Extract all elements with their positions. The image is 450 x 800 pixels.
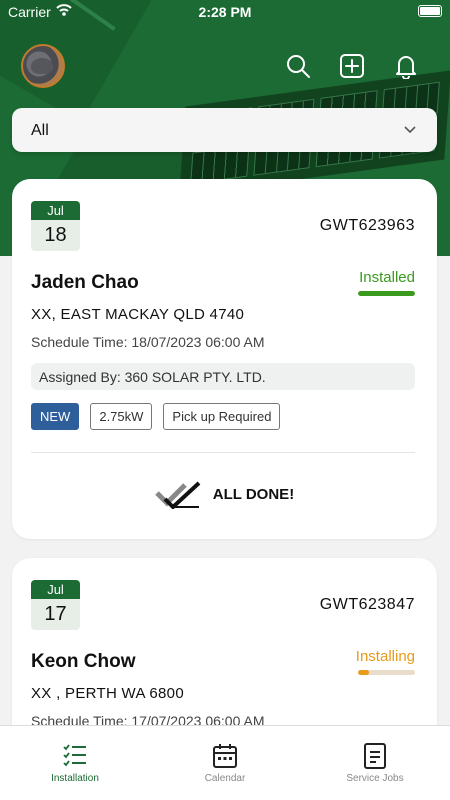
schedule-time: Schedule Time: 18/07/2023 06:00 AM	[31, 334, 265, 350]
job-tags: NEW 2.75kW Pick up Required	[31, 403, 281, 430]
status-bar: Carrier 2:28 PM	[0, 0, 450, 24]
battery-icon	[418, 5, 442, 17]
double-check-icon	[155, 481, 201, 509]
all-done-row: ALL DONE!	[12, 479, 437, 509]
status-label: Installing	[355, 648, 415, 665]
tag-pickup: Pick up Required	[163, 403, 281, 430]
all-done-label: ALL DONE!	[212, 485, 295, 503]
bottom-tab-bar: Installation Calendar Service Jobs	[0, 725, 450, 800]
divider	[31, 452, 415, 453]
status-progress-bar	[358, 670, 415, 675]
tab-label: Installation	[51, 773, 99, 784]
document-icon	[364, 743, 386, 769]
date-month: Jul	[31, 201, 80, 220]
tag-capacity: 2.75kW	[90, 403, 153, 430]
job-address: XX, EAST MACKAY QLD 4740	[31, 306, 245, 323]
clock: 2:28 PM	[198, 4, 252, 20]
status-progress-fill	[358, 670, 370, 675]
add-icon[interactable]	[339, 53, 365, 79]
date-day: 17	[44, 603, 67, 625]
tab-label: Service Jobs	[346, 773, 404, 784]
job-card[interactable]: Jul 18 GWT623963 Jaden Chao Installed XX…	[12, 179, 437, 539]
date-day: 18	[44, 224, 67, 246]
customer-name: Keon Chow	[31, 651, 136, 672]
status-label: Installed	[359, 269, 415, 286]
job-id: GWT623847	[319, 596, 415, 613]
tag-new: NEW	[31, 403, 80, 430]
avatar[interactable]	[21, 44, 65, 88]
job-address: XX , PERTH WA 6800	[31, 685, 184, 702]
calendar-icon	[213, 744, 237, 768]
status-progress-fill	[358, 291, 415, 296]
checklist-icon	[63, 744, 86, 767]
tab-service-jobs[interactable]: Service Jobs	[300, 726, 450, 800]
status-filter-dropdown[interactable]: All	[12, 108, 437, 152]
date-badge: Jul 18	[31, 201, 80, 251]
tab-calendar[interactable]: Calendar	[150, 726, 300, 800]
date-month: Jul	[31, 580, 80, 599]
filter-value: All	[31, 122, 49, 139]
tab-label: Calendar	[204, 773, 246, 784]
assigned-by: Assigned By: 360 SOLAR PTY. LTD.	[31, 363, 415, 390]
chevron-down-icon	[404, 126, 416, 134]
tab-installation[interactable]: Installation	[0, 726, 150, 800]
date-badge: Jul 17	[31, 580, 80, 630]
search-icon[interactable]	[285, 53, 311, 79]
status-progress-bar	[358, 291, 415, 296]
bell-icon[interactable]	[393, 53, 419, 79]
job-id: GWT623963	[319, 217, 415, 234]
customer-name: Jaden Chao	[31, 272, 139, 293]
